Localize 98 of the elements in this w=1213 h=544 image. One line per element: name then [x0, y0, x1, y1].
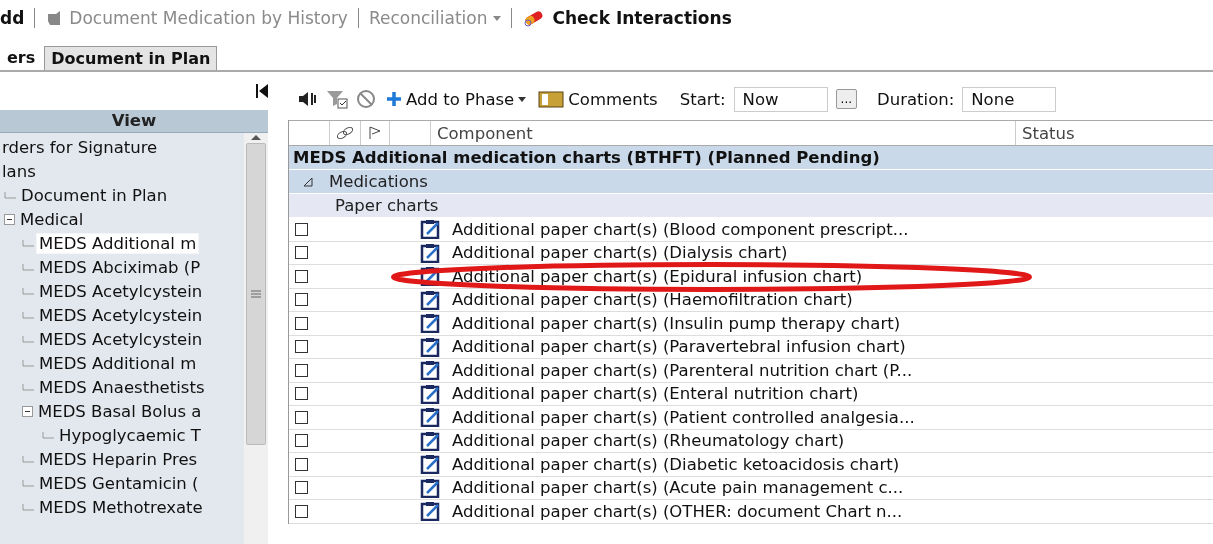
subcategory-row: Paper charts: [289, 194, 1213, 218]
component-text: Additional paper chart(s) (Insulin pump therapy chart): [452, 313, 901, 333]
panel-header: View: [0, 110, 268, 133]
component-text: Additional paper chart(s) (Rheumatology chart): [452, 431, 845, 451]
clipboard-icon: [420, 242, 442, 263]
scrollbar[interactable]: [244, 133, 268, 544]
tree-item[interactable]: rders for Signature: [0, 137, 160, 157]
collapse-icon[interactable]: [22, 405, 33, 417]
flag-icon: [368, 126, 382, 140]
collapse-panel-icon[interactable]: [256, 84, 268, 98]
checkbox[interactable]: [295, 246, 308, 260]
tree-line-icon: [22, 503, 34, 511]
column-header[interactable]: Status: [1016, 121, 1213, 145]
checkbox[interactable]: [295, 387, 308, 401]
add-to-phase-button[interactable]: Add to Phase: [384, 89, 529, 109]
notepad-icon: [538, 90, 565, 108]
tree-item[interactable]: Document in Plan: [19, 185, 170, 205]
clipboard-icon: [420, 313, 442, 334]
tree-line-icon: [22, 335, 34, 343]
filter-icon[interactable]: [326, 89, 348, 109]
tree-line-icon: [22, 287, 34, 295]
component-text: Additional paper chart(s) (Enteral nutrition chart): [452, 384, 859, 404]
component-text: Additional paper chart(s) (OTHER: document Chart n...: [452, 501, 903, 521]
tree-item[interactable]: MEDS Abciximab (P: [37, 257, 203, 277]
component-text: Additional paper chart(s) (Patient controlled analgesia...: [452, 407, 915, 427]
clipboard-icon: [420, 454, 442, 475]
component-text: Additional paper chart(s) (Acute pain management c...: [452, 478, 904, 498]
clipboard-icon: [420, 407, 442, 428]
tree-line-icon: [42, 431, 54, 439]
component-text: Additional paper chart(s) (Blood component prescript...: [452, 219, 909, 239]
browse-button[interactable]: ...: [835, 89, 858, 109]
caret-icon: [493, 15, 502, 21]
tree-item[interactable]: MEDS Acetylcystein: [37, 305, 205, 325]
tree-item[interactable]: MEDS Heparin Pres: [37, 449, 200, 469]
clipboard-icon: [420, 501, 442, 522]
speaker-icon[interactable]: [298, 91, 318, 107]
tree-item[interactable]: Hypoglycaemic T: [57, 425, 203, 445]
tree-line-icon: [22, 359, 34, 367]
grip-icon: [251, 290, 261, 298]
tree-item[interactable]: lans: [0, 161, 38, 181]
component-text: Additional paper chart(s) (Haemofiltration chart): [452, 290, 853, 310]
clipboard-icon: [420, 430, 442, 451]
clipboard-icon: [420, 477, 442, 498]
component-text: Additional paper chart(s) (Paravertebral infusion chart): [452, 337, 906, 357]
plan-row[interactable]: MEDS Additional medication charts (BTHFT) (Planned Pending): [289, 146, 1213, 170]
tree-line-icon: [22, 311, 34, 319]
column-header[interactable]: Component: [431, 121, 1016, 145]
checkbox[interactable]: [295, 316, 308, 330]
tree-item[interactable]: MEDS Acetylcystein: [37, 281, 205, 301]
tree-item[interactable]: MEDS Additional m: [37, 233, 199, 253]
checkbox[interactable]: [295, 363, 308, 377]
checkbox[interactable]: [295, 481, 308, 495]
clipboard-icon: [420, 336, 442, 357]
tree-item[interactable]: MEDS Anaesthetists: [37, 377, 207, 397]
clipboard-icon: [420, 219, 442, 240]
tree-item[interactable]: MEDS Additional m: [37, 353, 199, 373]
checkbox[interactable]: [295, 410, 308, 424]
start-field[interactable]: Now: [733, 86, 828, 112]
plus-icon: [386, 91, 402, 107]
clipboard-icon: [420, 360, 442, 381]
duration-label: Duration:: [877, 89, 955, 109]
tree-item[interactable]: MEDS Acetylcystein: [37, 329, 205, 349]
link-icon: [336, 126, 354, 140]
tree-line-icon: [22, 263, 34, 271]
toolbar-button[interactable]: Check Interactions: [522, 8, 732, 28]
clipboard-icon: [420, 383, 442, 404]
tree-line-icon: [22, 455, 34, 463]
start-label: Start:: [679, 89, 726, 109]
tree-line-icon: [22, 383, 34, 391]
collapse-icon[interactable]: [4, 213, 15, 225]
component-text: Additional paper chart(s) (Parenteral nutrition chart (P...: [452, 360, 913, 380]
component-text: Additional paper chart(s) (Diabetic ketoacidosis chart): [452, 454, 900, 474]
comments-button[interactable]: Comments: [536, 89, 660, 109]
category-label: Medications: [329, 172, 428, 191]
checkbox[interactable]: [295, 293, 308, 307]
checkbox[interactable]: [295, 340, 308, 354]
duration-field[interactable]: None: [962, 86, 1057, 112]
component-text: Additional paper chart(s) (Dialysis chart): [452, 243, 788, 263]
component-text: Additional paper chart(s) (Epidural infusion chart): [452, 266, 863, 286]
cancel-icon[interactable]: [356, 89, 376, 109]
checkbox[interactable]: [295, 222, 308, 236]
tree-line-icon: [22, 479, 34, 487]
tree-item[interactable]: MEDS Gentamicin (: [37, 473, 201, 493]
tree-line-icon: [4, 191, 16, 199]
clipboard-icon: [420, 289, 442, 310]
tree-line-icon: [22, 239, 34, 247]
caret-icon: [518, 96, 527, 102]
category-row[interactable]: Medications: [289, 170, 1213, 194]
checkbox[interactable]: [295, 269, 308, 283]
tab[interactable]: Document in Plan: [44, 46, 218, 70]
tree-item[interactable]: Medical: [18, 209, 86, 229]
collapse-triangle-icon[interactable]: [303, 176, 313, 187]
tree-item[interactable]: MEDS Basal Bolus a: [36, 401, 204, 421]
tree-item[interactable]: MEDS Methotrexate: [37, 497, 205, 517]
checkbox[interactable]: [295, 457, 308, 471]
toolbar-button[interactable]: dd: [0, 8, 25, 28]
checkbox[interactable]: [295, 434, 308, 448]
checkbox[interactable]: [295, 504, 308, 518]
